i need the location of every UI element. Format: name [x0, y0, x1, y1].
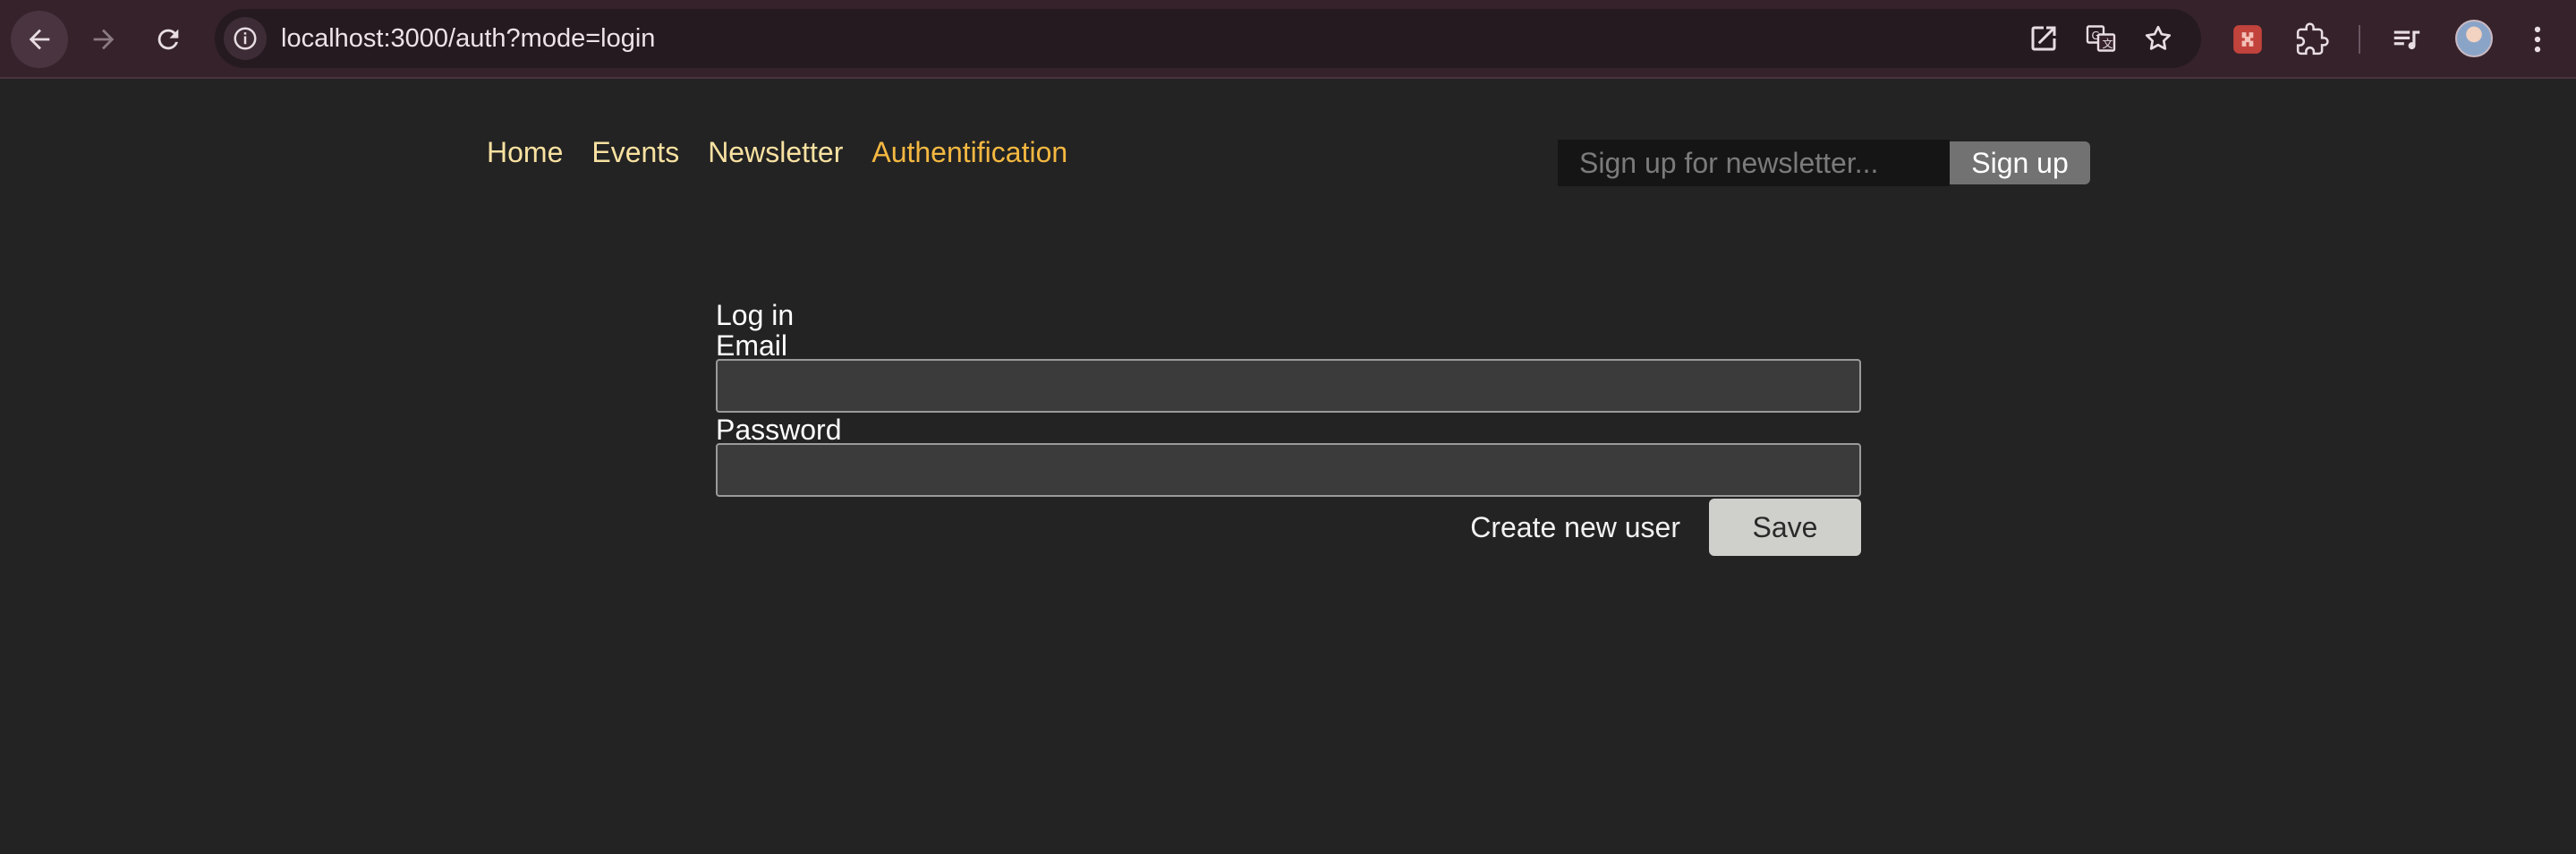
form-title: Log in: [716, 299, 795, 331]
nav-link-newsletter[interactable]: Newsletter: [708, 136, 843, 169]
form-actions: Create new user Save: [716, 499, 1861, 556]
newsletter-signup: Sign up: [1558, 140, 2090, 186]
translate-button[interactable]: G文: [2083, 21, 2119, 56]
reload-icon: [157, 29, 179, 50]
svg-text:文: 文: [2103, 37, 2113, 50]
forward-arrow-icon: [93, 29, 115, 50]
profile-avatar[interactable]: [2455, 20, 2493, 57]
extension-icon: [2233, 25, 2262, 54]
nav-link-home[interactable]: Home: [487, 136, 563, 169]
login-form: Log in Email Password Create new user Sa…: [716, 298, 1861, 556]
address-bar[interactable]: localhost:3000/auth?mode=login G文: [215, 9, 2201, 68]
forward-button[interactable]: [75, 11, 132, 68]
url-text[interactable]: localhost:3000/auth?mode=login: [281, 24, 655, 54]
browser-toolbar: localhost:3000/auth?mode=login G文: [0, 0, 2576, 79]
back-arrow-icon: [29, 29, 50, 50]
reload-button[interactable]: [140, 11, 197, 68]
nav-link-events[interactable]: Events: [591, 136, 679, 169]
more-menu-icon: [2534, 26, 2541, 53]
open-in-app-button[interactable]: [2026, 21, 2062, 56]
extension-button[interactable]: [2228, 20, 2267, 59]
media-control-icon: [2393, 30, 2420, 50]
nav-link-authentification[interactable]: Authentification: [871, 136, 1067, 169]
back-button[interactable]: [11, 11, 68, 68]
extensions-menu-button[interactable]: [2292, 20, 2332, 59]
site-info-button[interactable]: [224, 17, 267, 60]
save-button[interactable]: Save: [1709, 499, 1861, 556]
email-field[interactable]: [716, 359, 1861, 413]
puzzle-icon: [2296, 22, 2329, 56]
bookmark-button[interactable]: [2140, 21, 2176, 56]
main-navigation: Home Events Newsletter Authentification: [487, 136, 1067, 169]
more-menu-button[interactable]: [2518, 20, 2557, 59]
translate-icon: G文: [2086, 25, 2116, 52]
newsletter-email-input[interactable]: [1558, 140, 1950, 186]
toolbar-divider: [2359, 25, 2360, 54]
newsletter-signup-button[interactable]: Sign up: [1950, 141, 2090, 184]
open-in-new-icon: [2031, 26, 2056, 51]
site-info-icon: [234, 27, 257, 50]
media-controls-button[interactable]: [2387, 20, 2427, 59]
email-label: Email: [716, 329, 788, 362]
password-label: Password: [716, 414, 842, 446]
create-new-user-link[interactable]: Create new user: [1470, 511, 1680, 544]
bookmark-star-icon: [2145, 25, 2172, 50]
password-field[interactable]: [716, 443, 1861, 497]
